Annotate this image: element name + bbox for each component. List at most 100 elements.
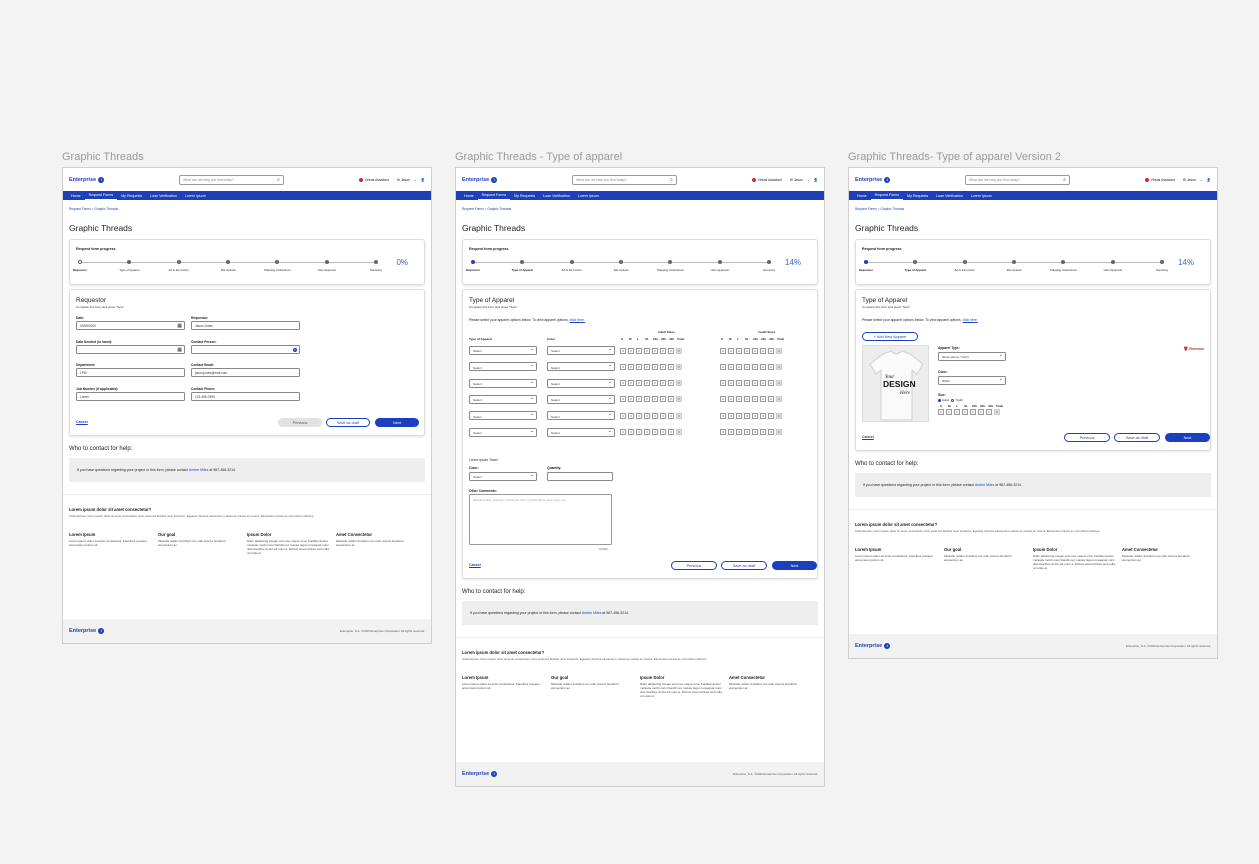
size-input[interactable]: 0 [978,409,984,415]
youth-size-input[interactable]: 0 [720,429,726,435]
virtual-assistant-button[interactable]: Virtual Assistant [751,177,782,182]
cancel-link[interactable]: Cancel [76,420,88,424]
youth-size-input[interactable]: 0 [720,347,726,354]
youth-size-input[interactable]: 0 [720,363,726,370]
previous-button[interactable]: Previous [671,561,717,570]
apparel-type-select[interactable]: Select [469,411,537,421]
nav-item-lorem-ipsum[interactable]: Lorem Ipsum [967,191,996,200]
adult-size-input[interactable]: 0 [652,347,658,354]
apparel-type-select[interactable]: Select [469,346,537,355]
previous-button[interactable]: Previous [278,418,322,427]
date-field[interactable]: 03/05/2020 ▦ [76,321,185,330]
youth-size-input[interactable]: 0 [752,396,758,403]
adult-size-input[interactable]: 0 [628,363,634,370]
search-icon[interactable]: ⌕ [670,177,673,183]
search-input[interactable]: What can we help you find today? ⌕ [571,174,677,185]
contact-link[interactable]: Amber Miles [975,483,994,487]
job-number-field[interactable]: Lorem [76,392,185,401]
youth-size-input[interactable]: 0 [760,412,766,419]
date-needed-field[interactable]: ▦ [76,345,185,354]
apparel-color-select[interactable]: Select [547,346,615,355]
next-button[interactable]: Next [375,418,419,427]
adult-size-input[interactable]: 0 [668,429,674,435]
contact-link[interactable]: Amber Miles [189,468,208,472]
adult-size-input[interactable]: 0 [660,363,666,370]
adult-size-input[interactable]: 0 [620,363,626,370]
brand-logo[interactable]: Enterprise i [69,176,105,183]
add-apparel-button[interactable]: + Add New Apparel [862,332,918,341]
adult-size-input[interactable]: 0 [660,429,666,435]
next-button[interactable]: Next [1165,433,1210,442]
quantity-field[interactable] [547,472,613,481]
contact-link[interactable]: Amber Miles [582,611,601,615]
save-draft-button[interactable]: Save as draft [326,418,370,427]
adult-size-input[interactable]: 0 [652,412,658,419]
search-icon[interactable]: ⌕ [1063,177,1066,183]
youth-radio[interactable]: Youth [951,398,963,402]
nav-item-request-forms[interactable]: Request Forms [84,191,118,200]
youth-size-input[interactable]: 0 [768,396,774,403]
youth-size-input[interactable]: 0 [728,429,734,435]
adult-size-input[interactable]: 0 [644,396,650,403]
youth-size-input[interactable]: 0 [760,429,766,435]
adult-size-input[interactable]: 0 [644,363,650,370]
help-icon[interactable]: ? [292,347,297,352]
youth-size-input[interactable]: 0 [760,380,766,387]
adult-size-input[interactable]: 0 [668,412,674,419]
calendar-icon[interactable]: ▦ [177,323,182,329]
youth-size-input[interactable]: 0 [728,412,734,419]
adult-size-input[interactable]: 0 [620,347,626,354]
footer-brand[interactable]: Enterprise i [855,643,891,649]
adult-size-input[interactable]: 0 [636,429,642,435]
adult-size-input[interactable]: 0 [644,412,650,419]
nav-item-loan-verification[interactable]: Loan Verification [932,191,967,200]
virtual-assistant-button[interactable]: Virtual Assistant [358,177,389,182]
nav-item-lorem-ipsum[interactable]: Lorem Ipsum [181,191,210,200]
adult-size-input[interactable]: 0 [668,363,674,370]
size-input[interactable]: 0 [986,409,992,415]
breadcrumb[interactable]: Request Forms > Graphic Threads [456,200,824,211]
save-draft-button[interactable]: Save as draft [721,561,767,570]
towel-color-select[interactable]: Select [469,472,537,481]
youth-size-input[interactable]: 0 [768,412,774,419]
click-here-link[interactable]: click here. [963,318,978,322]
color-select[interactable]: White [938,376,1006,385]
adult-size-input[interactable]: 0 [620,396,626,403]
adult-size-input[interactable]: 0 [620,429,626,435]
youth-size-input[interactable]: 0 [752,429,758,435]
nav-item-loan-verification[interactable]: Loan Verification [539,191,574,200]
next-button[interactable]: Next [772,561,817,570]
save-draft-button[interactable]: Save as draft [1114,433,1160,442]
youth-size-input[interactable]: 0 [744,429,750,435]
youth-size-input[interactable]: 0 [720,396,726,403]
footer-brand[interactable]: Enterprise i [462,771,498,777]
youth-size-input[interactable]: 0 [720,412,726,419]
adult-size-input[interactable]: 0 [660,412,666,419]
brand-logo[interactable]: Enterprise i [462,176,498,183]
adult-size-input[interactable]: 0 [636,363,642,370]
youth-size-input[interactable]: 0 [728,363,734,370]
youth-size-input[interactable]: 0 [768,347,774,354]
nav-item-home[interactable]: Home [67,191,85,200]
apparel-type-select[interactable]: Select [469,394,537,404]
requestor-field[interactable]: Jason Jones [191,321,300,330]
apparel-type-select[interactable]: Select [469,362,537,372]
adult-size-input[interactable]: 0 [652,429,658,435]
remove-button[interactable]: 🗑 Remove [1183,346,1204,351]
virtual-assistant-button[interactable]: Virtual Assistant [1144,177,1175,182]
youth-size-input[interactable]: 0 [720,380,726,387]
adult-size-input[interactable]: 0 [652,396,658,403]
apparel-color-select[interactable]: Select [547,411,615,421]
youth-size-input[interactable]: 0 [760,363,766,370]
nav-item-my-requests[interactable]: My Requests [903,191,932,200]
youth-size-input[interactable]: 0 [760,347,766,354]
breadcrumb[interactable]: Request Forms > Graphic Threads [63,200,431,211]
adult-size-input[interactable]: 0 [644,380,650,387]
adult-size-input[interactable]: 0 [660,396,666,403]
size-input[interactable]: 0 [954,409,960,415]
search-icon[interactable]: ⌕ [277,177,280,183]
youth-size-input[interactable]: 0 [744,380,750,387]
adult-size-input[interactable]: 0 [668,347,674,354]
previous-button[interactable]: Previous [1064,433,1110,442]
youth-size-input[interactable]: 0 [752,363,758,370]
